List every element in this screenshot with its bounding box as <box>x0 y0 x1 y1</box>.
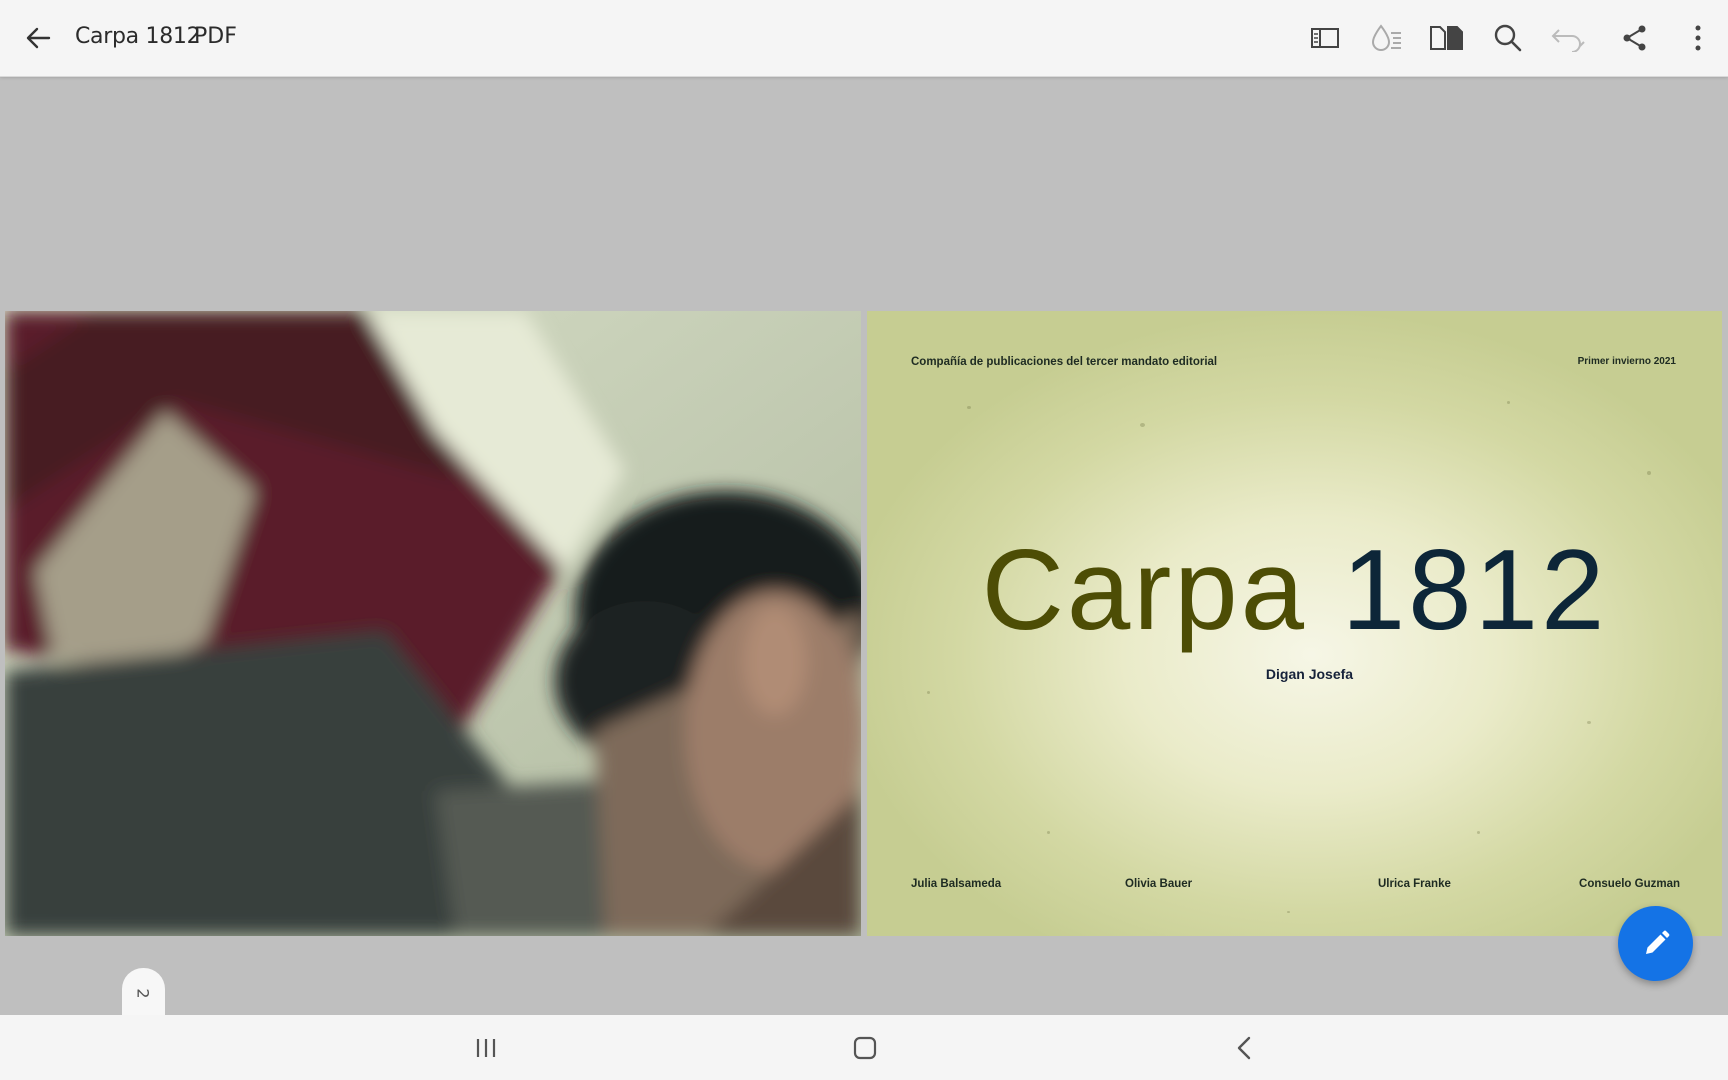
document-viewer[interactable]: Compañía de publicaciones del tercer man… <box>0 78 1728 1015</box>
document-type-label: PDF <box>194 24 237 49</box>
share-icon <box>1623 25 1646 51</box>
back-arrow-icon <box>26 27 51 49</box>
edit-fab-button[interactable] <box>1618 906 1693 981</box>
cover-contributor: Ulrica Franke <box>1378 878 1451 890</box>
home-button[interactable] <box>825 1015 905 1080</box>
more-options-button[interactable] <box>1678 18 1718 58</box>
share-button[interactable] <box>1615 18 1655 58</box>
cover-date: Primer invierno 2021 <box>1577 356 1676 367</box>
page-number-indicator[interactable]: 2 <box>122 968 165 1018</box>
cover-title-word: Carpa <box>981 527 1308 654</box>
cover-contributor: Consuelo Guzman <box>1579 878 1680 890</box>
search-button[interactable] <box>1488 18 1528 58</box>
nav-back-button[interactable] <box>1204 1015 1284 1080</box>
back-button[interactable] <box>18 20 58 56</box>
cover-title-number: 1812 <box>1341 527 1608 654</box>
pencil-icon <box>1645 930 1669 954</box>
more-vert-icon <box>1695 25 1701 51</box>
page-layout-button[interactable] <box>1426 18 1466 58</box>
home-icon <box>853 1036 877 1059</box>
undo-icon <box>1551 29 1585 52</box>
left-page-photo <box>5 311 861 936</box>
document-title: Carpa 1812 <box>75 24 201 49</box>
recent-apps-button[interactable] <box>446 1015 526 1080</box>
cover-title: Carpa 1812 <box>867 534 1722 648</box>
nav-back-icon <box>1237 1036 1251 1059</box>
cover-publisher-line: Compañía de publicaciones del tercer man… <box>911 356 1218 368</box>
cover-contributor: Julia Balsameda <box>911 878 1002 890</box>
color-mode-button[interactable] <box>1366 18 1406 58</box>
panel-view-button[interactable] <box>1305 18 1345 58</box>
panel-view-icon <box>1311 28 1339 48</box>
system-navigation-bar <box>0 1015 1728 1080</box>
page-layout-icon <box>1430 26 1463 50</box>
cover-contributor: Olivia Bauer <box>1125 878 1193 890</box>
recent-apps-icon <box>476 1038 496 1057</box>
undo-button[interactable] <box>1548 18 1588 58</box>
top-app-bar: Carpa 1812 PDF <box>0 0 1728 77</box>
cover-page: Compañía de publicaciones del tercer man… <box>867 311 1722 936</box>
cover-author: Digan Josefa <box>1265 666 1354 682</box>
color-drop-icon <box>1371 24 1401 51</box>
search-icon <box>1494 24 1522 52</box>
page-number: 2 <box>134 987 153 999</box>
